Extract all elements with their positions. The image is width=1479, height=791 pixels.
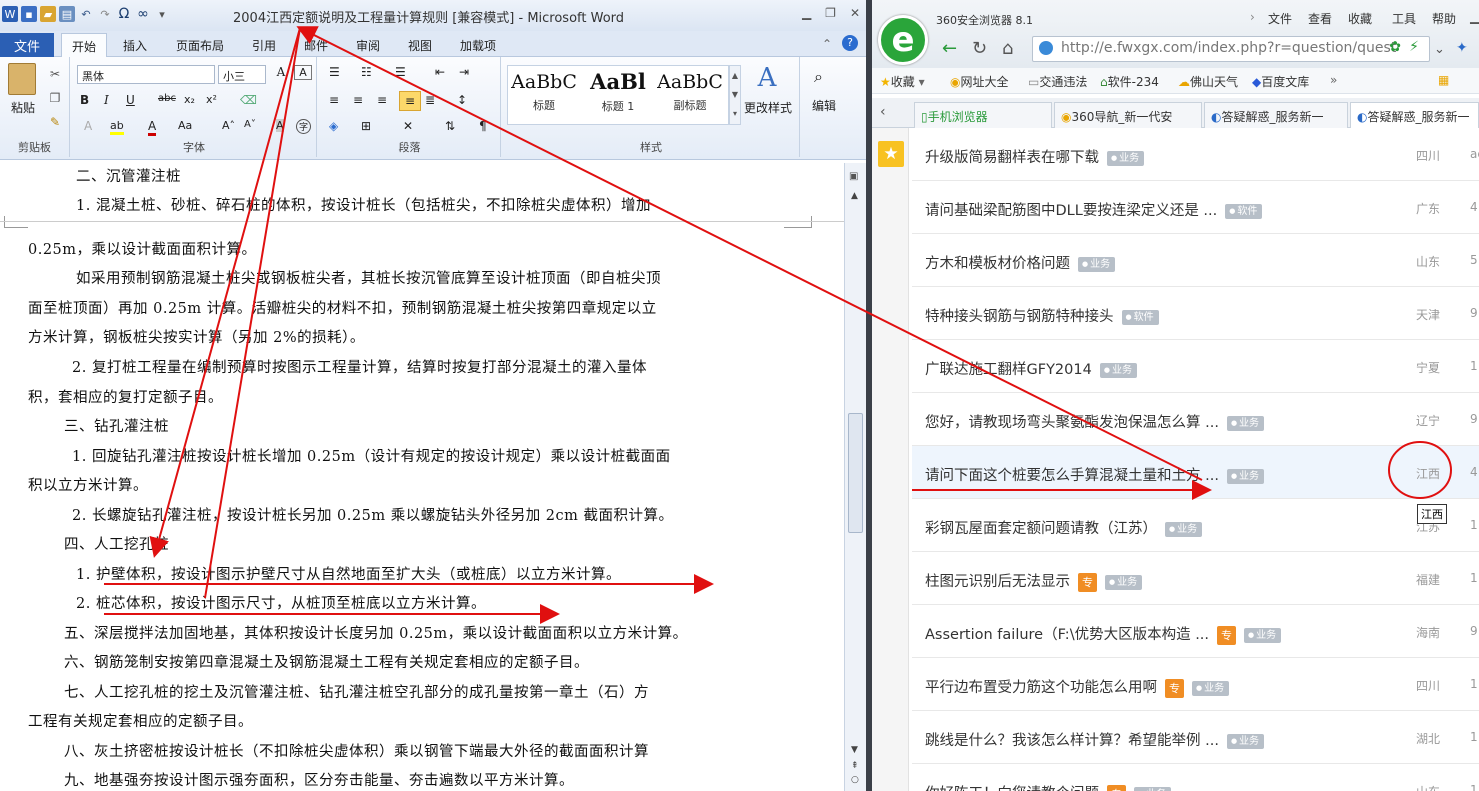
province-circle (1388, 441, 1452, 499)
arrow-to-section-4 (149, 27, 301, 558)
arrow-line (204, 27, 301, 599)
arrow-to-title (296, 26, 1203, 481)
annotation-layer (104, 26, 1452, 624)
